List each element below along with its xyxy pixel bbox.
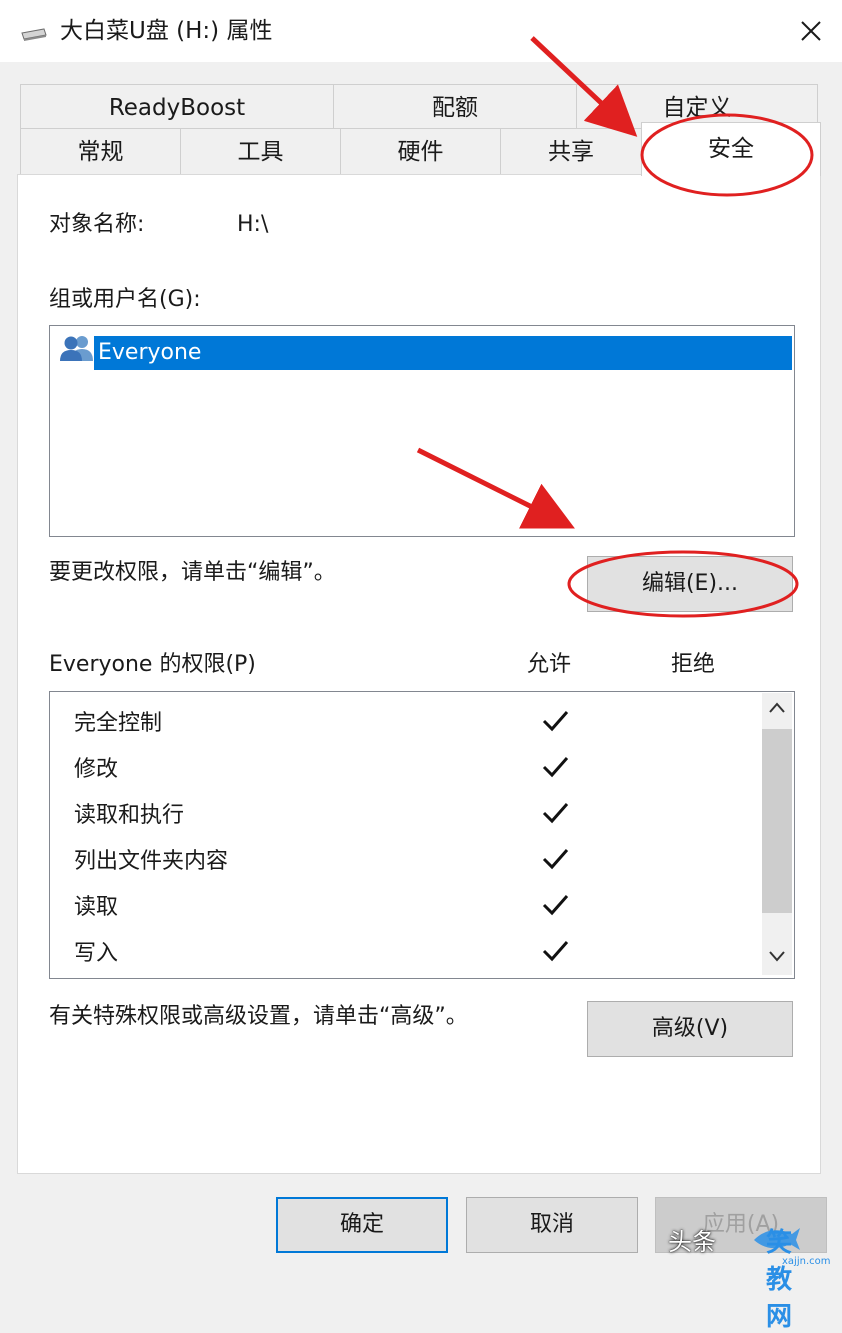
allow-column-header: 允许 [527, 652, 572, 677]
edit-button[interactable]: 编辑(E)... [587, 556, 793, 612]
users-icon [60, 334, 94, 366]
tab-tools[interactable]: 工具 [180, 128, 341, 174]
title-bar: 大白菜U盘 (H:) 属性 [0, 0, 842, 62]
object-name-value: H:\ [237, 212, 269, 237]
permission-name: 读取和执行 [74, 803, 185, 828]
watermark-source: 头条 [668, 1228, 716, 1256]
permission-row: 修改 [74, 750, 754, 790]
advanced-button[interactable]: 高级(V) [587, 1001, 793, 1057]
permission-name: 写入 [74, 941, 119, 966]
permission-name: 列出文件夹内容 [74, 849, 229, 874]
permission-name: 读取 [74, 895, 119, 920]
tab-general[interactable]: 常规 [20, 128, 181, 174]
scrollbar-thumb[interactable] [762, 729, 792, 913]
deny-column-header: 拒绝 [671, 652, 716, 677]
security-panel: 对象名称: H:\ 组或用户名(G): Everyone 要更改权限，请单击“编… [17, 174, 821, 1174]
allow-check-icon [542, 941, 569, 962]
object-name-label: 对象名称: [49, 212, 145, 237]
tab-sharing[interactable]: 共享 [500, 128, 642, 174]
watermark-logo: 笑教网 xajjn.com [752, 1218, 830, 1332]
permission-row: 读取和执行 [74, 796, 754, 836]
groups-list[interactable]: Everyone [49, 325, 795, 537]
groups-label: 组或用户名(G): [49, 287, 201, 312]
cancel-button[interactable]: 取消 [466, 1197, 638, 1253]
tab-quota[interactable]: 配额 [333, 84, 577, 130]
permissions-label: Everyone 的权限(P) [49, 652, 256, 677]
permission-name: 修改 [74, 757, 119, 782]
permission-row: 写入 [74, 934, 754, 974]
change-permissions-hint: 要更改权限，请单击“编辑”。 [49, 560, 336, 585]
permissions-scrollbar[interactable] [762, 693, 792, 975]
allow-check-icon [542, 757, 569, 778]
allow-check-icon [542, 803, 569, 824]
tab-security[interactable]: 安全 [641, 122, 821, 176]
chevron-up-icon[interactable] [768, 701, 786, 715]
permission-row: 完全控制 [74, 704, 754, 744]
permissions-list: 完全控制 修改 读取和执行 列出文件夹内容 读取 写入 [49, 691, 795, 979]
tab-hardware[interactable]: 硬件 [340, 128, 501, 174]
allow-check-icon [542, 895, 569, 916]
tab-readyboost[interactable]: ReadyBoost [20, 84, 334, 130]
watermark-brand: 笑教网 [766, 1228, 793, 1332]
ok-button[interactable]: 确定 [276, 1197, 448, 1253]
chevron-down-icon[interactable] [768, 949, 786, 963]
allow-check-icon [542, 711, 569, 732]
advanced-hint: 有关特殊权限或高级设置，请单击“高级”。 [49, 1004, 468, 1029]
window-title: 大白菜U盘 (H:) 属性 [60, 18, 273, 44]
drive-icon [20, 26, 48, 46]
allow-check-icon [542, 849, 569, 870]
watermark-url: xajjn.com [782, 1256, 831, 1267]
group-item-everyone[interactable]: Everyone [94, 336, 792, 370]
permission-row: 列出文件夹内容 [74, 842, 754, 882]
permission-row: 读取 [74, 888, 754, 928]
close-icon [801, 21, 821, 41]
permission-name: 完全控制 [74, 711, 163, 736]
close-button[interactable] [780, 0, 842, 62]
